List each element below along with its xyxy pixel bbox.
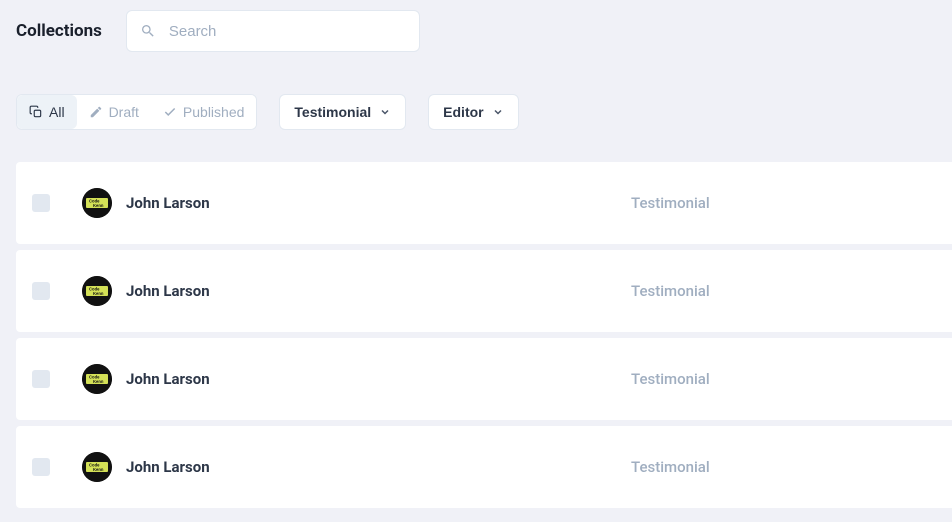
- row-name: John Larson: [126, 194, 456, 212]
- row-checkbox[interactable]: [32, 458, 50, 476]
- avatar: CodeKenn: [82, 364, 112, 394]
- search-icon: [140, 23, 156, 39]
- avatar: CodeKenn: [82, 452, 112, 482]
- chevron-down-icon: [379, 106, 391, 118]
- row-name: John Larson: [126, 370, 456, 388]
- editor-dropdown-label: Editor: [443, 104, 483, 120]
- filter-all-button[interactable]: All: [17, 95, 77, 129]
- type-dropdown-label: Testimonial: [294, 104, 371, 120]
- table-row[interactable]: CodeKenn John Larson Testimonial: [16, 250, 952, 332]
- filter-draft-label: Draft: [109, 104, 139, 120]
- filter-all-label: All: [49, 104, 65, 120]
- row-category: Testimonial: [631, 282, 710, 300]
- filter-published-label: Published: [183, 104, 245, 120]
- svg-text:Kenn: Kenn: [93, 379, 104, 384]
- copy-icon: [29, 105, 43, 119]
- status-filter-segment: All Draft Published: [16, 94, 257, 130]
- svg-text:Kenn: Kenn: [93, 203, 104, 208]
- row-checkbox[interactable]: [32, 370, 50, 388]
- svg-text:Kenn: Kenn: [93, 291, 104, 296]
- type-dropdown[interactable]: Testimonial: [279, 94, 406, 130]
- page-title: Collections: [16, 21, 102, 41]
- row-category: Testimonial: [631, 458, 710, 476]
- search-input[interactable]: [126, 10, 420, 52]
- pencil-icon: [89, 105, 103, 119]
- row-category: Testimonial: [631, 370, 710, 388]
- table-row[interactable]: CodeKenn John Larson Testimonial: [16, 162, 952, 244]
- row-name: John Larson: [126, 282, 456, 300]
- row-category: Testimonial: [631, 194, 710, 212]
- filter-draft-button[interactable]: Draft: [77, 95, 151, 129]
- row-checkbox[interactable]: [32, 282, 50, 300]
- chevron-down-icon: [492, 106, 504, 118]
- editor-dropdown[interactable]: Editor: [428, 94, 518, 130]
- table-row[interactable]: CodeKenn John Larson Testimonial: [16, 338, 952, 420]
- table-row[interactable]: CodeKenn John Larson Testimonial: [16, 426, 952, 508]
- row-checkbox[interactable]: [32, 194, 50, 212]
- avatar: CodeKenn: [82, 276, 112, 306]
- avatar: CodeKenn: [82, 188, 112, 218]
- filter-published-button[interactable]: Published: [151, 95, 257, 129]
- svg-text:Kenn: Kenn: [93, 467, 104, 472]
- row-name: John Larson: [126, 458, 456, 476]
- items-list: CodeKenn John Larson Testimonial CodeKen…: [0, 162, 952, 508]
- check-icon: [163, 105, 177, 119]
- search-wrapper: [126, 10, 420, 52]
